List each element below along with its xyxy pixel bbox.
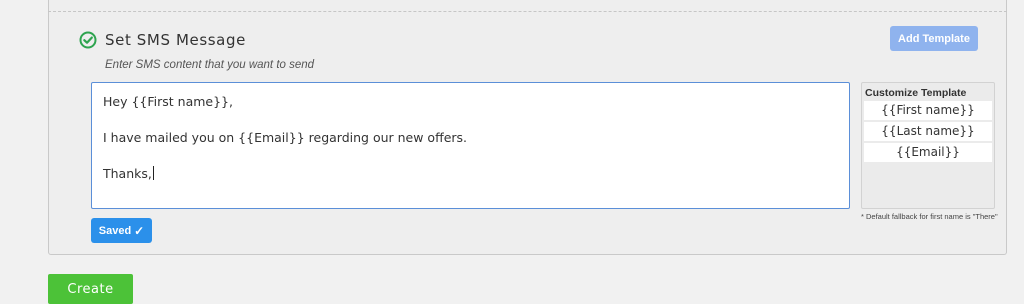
message-line-text: Thanks, xyxy=(103,166,152,181)
section-title: Set SMS Message xyxy=(105,31,246,49)
text-caret xyxy=(152,166,154,180)
section-divider xyxy=(48,11,1007,12)
customize-template-panel: Customize Template {{First name}} {{Last… xyxy=(861,82,995,209)
check-circle-icon xyxy=(79,31,97,49)
template-item-last-name[interactable]: {{Last name}} xyxy=(864,122,992,141)
message-line: Hey {{First name}}, xyxy=(103,94,233,109)
sms-message-textarea[interactable]: Hey {{First name}}, I have mailed you on… xyxy=(91,82,850,209)
checkmark-icon: ✓ xyxy=(134,223,145,238)
section-subtitle: Enter SMS content that you want to send xyxy=(105,59,315,71)
saved-button-label: Saved xyxy=(98,224,132,237)
add-template-button[interactable]: Add Template xyxy=(890,26,978,51)
section-header: Set SMS Message xyxy=(79,31,246,49)
template-item-first-name[interactable]: {{First name}} xyxy=(864,101,992,120)
message-line: I have mailed you on {{Email}} regarding… xyxy=(103,130,468,145)
create-button[interactable]: Create xyxy=(48,274,133,304)
saved-button[interactable]: Saved ✓ xyxy=(91,218,152,243)
message-line: Thanks, xyxy=(103,165,838,183)
page: Set SMS Message Enter SMS content that y… xyxy=(0,0,1024,304)
template-panel-title: Customize Template xyxy=(865,87,967,99)
template-item-email[interactable]: {{Email}} xyxy=(864,143,992,162)
fallback-note: * Default fallback for first name is "Th… xyxy=(861,212,998,221)
